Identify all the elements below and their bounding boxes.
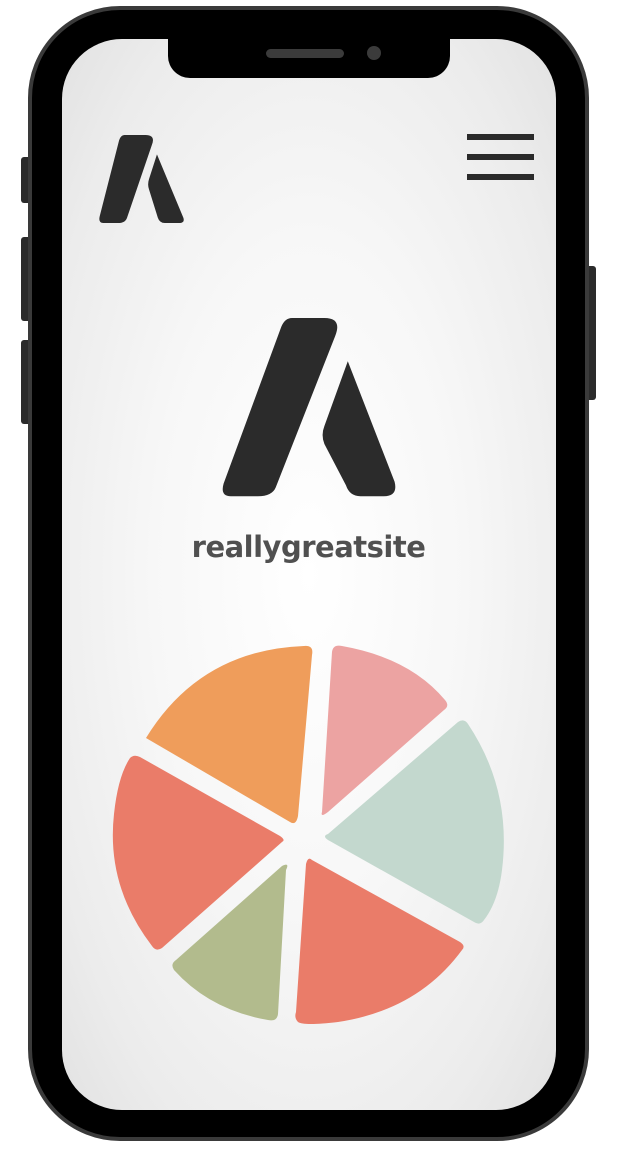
site-name: reallygreatsite [191,530,426,564]
brand-logo-icon[interactable] [98,135,186,223]
speaker-grille [266,49,344,58]
pie-graphic [112,645,504,1024]
brand-logo-icon-large [222,318,396,497]
hamburger-menu-icon[interactable] [467,134,534,182]
menu-bar-middle [467,154,534,160]
menu-bar-top [467,134,534,140]
front-camera [367,46,381,60]
menu-bar-bottom [467,174,534,180]
stage: reallygreatsite [0,0,617,1152]
notch [168,39,450,78]
